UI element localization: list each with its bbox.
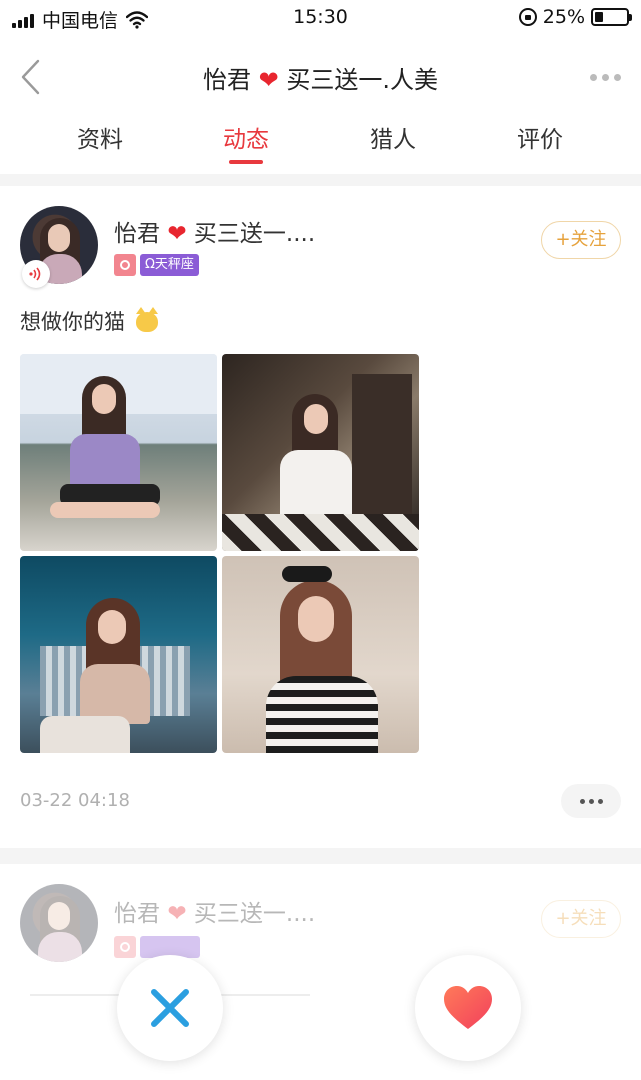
like-button[interactable] [415,955,521,1061]
voice-wave-icon[interactable] [22,260,50,288]
rotation-lock-icon [518,8,537,26]
heart-emoji-icon: ❤ [167,901,187,927]
status-right: 25% [518,6,632,28]
battery-fill [595,12,603,22]
battery-percent: 25% [542,6,585,28]
battery-icon [591,8,632,26]
profile-dynamic-page: 中国电信 15:30 25% 怡君 ❤ 买三送一.人美 资料 动态 猎人 评价 … [0,0,641,1080]
post-card-2: 怡君 ❤ 买三送一.... +关注 [0,864,641,1080]
x-icon [151,989,189,1027]
username-name: 怡君 [114,221,160,247]
chevron-left-icon[interactable] [18,58,44,96]
post-photo-4[interactable] [222,556,419,753]
post-more-button[interactable] [561,784,621,818]
follow-button-2[interactable]: +关注 [541,900,621,938]
status-bar: 中国电信 15:30 25% [0,0,641,36]
post-photo-1[interactable] [20,354,217,551]
tab-active-indicator [229,160,263,164]
post-photo-3[interactable] [20,556,217,753]
nav-bar: 怡君 ❤ 买三送一.人美 [0,44,641,108]
post-card: 怡君 ❤ 买三送一.... Ω天秤座 +关注 想做你的猫 03-22 04:18 [0,186,641,844]
tab-bar: 资料 动态 猎人 评价 [0,112,641,172]
zodiac-badge: Ω天秤座 [140,254,199,276]
section-divider [0,848,641,864]
dislike-button[interactable] [117,955,223,1061]
page-title: 怡君 ❤ 买三送一.人美 [110,60,531,95]
post-username[interactable]: 怡君 ❤ 买三送一.... [114,214,315,248]
more-dots-icon[interactable] [590,74,621,81]
tab-dynamic[interactable]: 动态 [186,120,306,154]
post-timestamp: 03-22 04:18 [20,790,130,811]
post2-username-suffix: 买三送一.... [193,901,316,927]
divider [0,174,641,186]
username-suffix: 买三送一.... [193,221,316,247]
post-text-content: 想做你的猫 [20,310,125,334]
heart-emoji-icon: ❤ [258,66,279,94]
post2-username[interactable]: 怡君 ❤ 买三送一.... [114,894,315,928]
user-badges: Ω天秤座 [114,254,199,276]
title-name: 怡君 [202,66,251,94]
user-badges-2 [114,936,200,958]
post-text: 想做你的猫 [20,306,158,336]
follow-button[interactable]: +关注 [541,221,621,259]
post2-username-name: 怡君 [114,901,160,927]
photo-grid [20,354,420,754]
cat-emoji-icon [135,307,158,332]
female-icon [114,254,136,276]
post-photo-2[interactable] [222,354,419,551]
female-icon [114,936,136,958]
heart-icon [444,986,492,1029]
avatar-2[interactable] [20,884,98,962]
heart-emoji-icon: ❤ [167,221,187,247]
tab-profile[interactable]: 资料 [40,120,160,154]
title-suffix: 买三送一.人美 [286,66,439,94]
tab-reviews[interactable]: 评价 [480,120,600,154]
tab-hunter[interactable]: 猎人 [333,120,453,154]
